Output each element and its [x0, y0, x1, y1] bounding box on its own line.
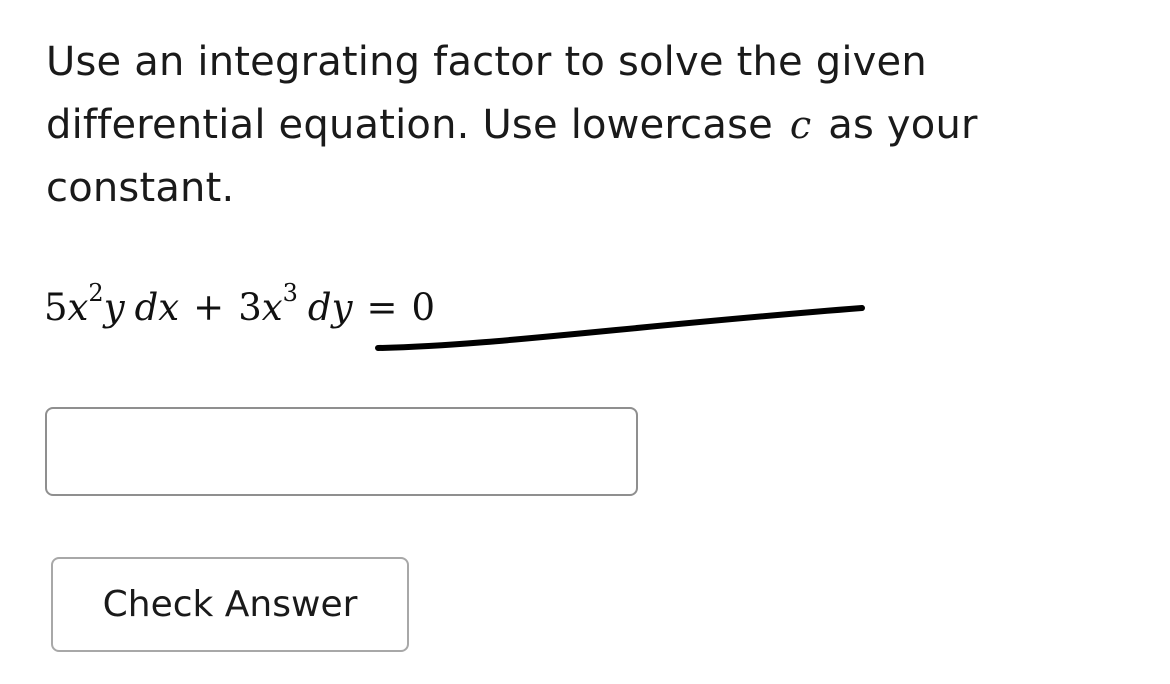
equation-plus: +: [193, 286, 225, 329]
equation-rhs: 0: [411, 286, 436, 329]
answer-input[interactable]: [45, 407, 638, 496]
equation-exponent-2: 3: [282, 278, 298, 307]
equation-x-2: x: [261, 286, 283, 329]
pen-underline-stroke: [375, 305, 865, 351]
differential-equation: 5x2y dx +3x3 dy = 0: [44, 278, 435, 338]
equation-exponent-1: 2: [88, 278, 104, 307]
constant-variable: c: [789, 103, 812, 147]
check-answer-button[interactable]: Check Answer: [51, 557, 409, 652]
pen-underline-mark: [375, 305, 865, 351]
equation-x-1: x: [67, 286, 89, 329]
equation-coefficient-2: 3: [238, 286, 262, 329]
equation-y: y: [103, 286, 125, 329]
question-text: Use an integrating factor to solve the g…: [46, 31, 1006, 220]
equation-dy: dy: [307, 286, 353, 329]
equation-equals: =: [366, 286, 398, 329]
equation-coefficient-1: 5: [44, 286, 68, 329]
equation-dx: dx: [134, 286, 180, 329]
